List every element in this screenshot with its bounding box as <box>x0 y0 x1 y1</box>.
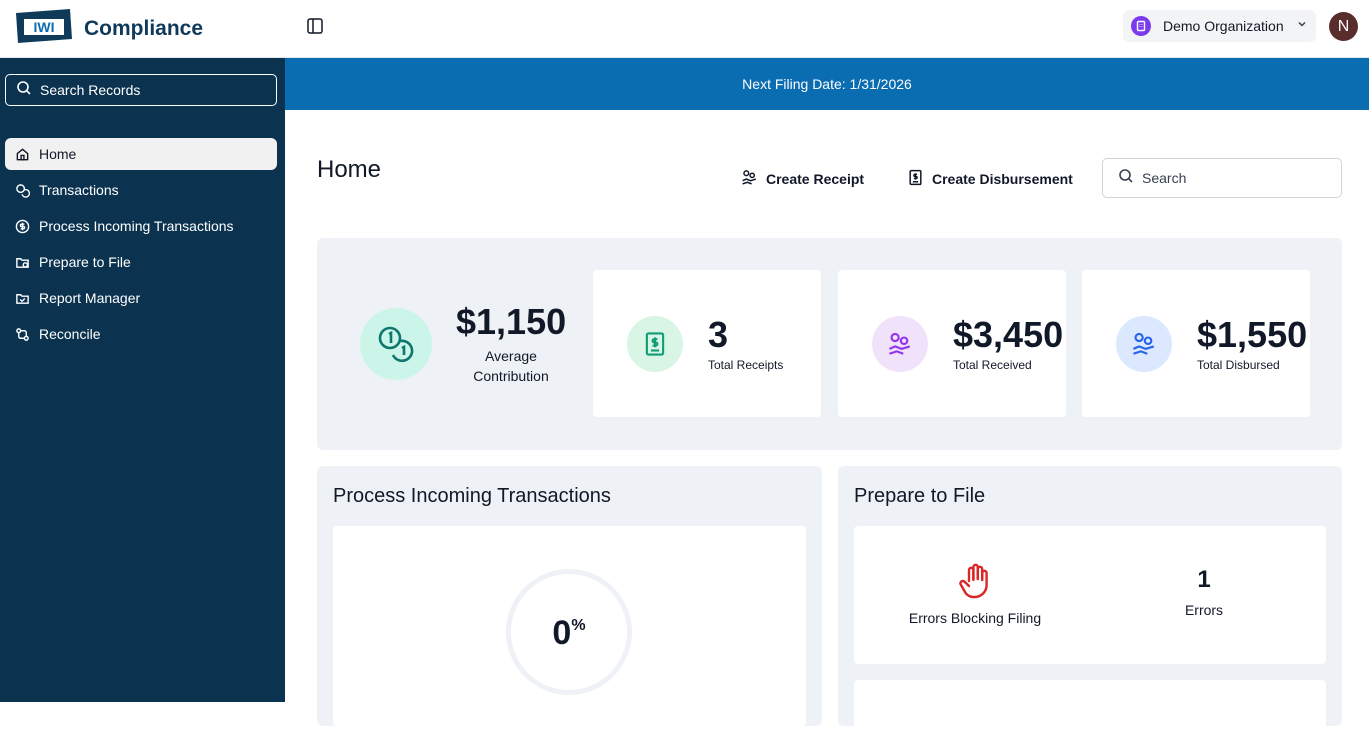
app-name: Compliance <box>84 17 204 40</box>
total-receipts-label: Total Receipts <box>708 358 784 372</box>
sidebar-item-home[interactable]: Home <box>5 138 277 170</box>
receipt-icon <box>627 316 683 372</box>
home-icon <box>14 146 30 162</box>
hand-coins-icon <box>741 169 758 189</box>
sidebar-item-process-incoming[interactable]: Process Incoming Transactions <box>5 210 277 242</box>
page-title: Home <box>317 156 382 183</box>
organization-name: Demo Organization <box>1163 18 1284 34</box>
total-received-label: Total Received <box>953 358 1032 372</box>
errors-count: 1 <box>1197 566 1211 593</box>
user-avatar[interactable]: N <box>1329 12 1358 41</box>
prepare-to-file-panel: Prepare to File Errors Blocking Filing 1… <box>838 466 1342 740</box>
errors-card[interactable]: Errors Blocking Filing 1 Errors <box>854 526 1326 664</box>
search-records-label: Search Records <box>40 82 141 98</box>
hand-coins-icon <box>1116 316 1172 372</box>
folder-clock-icon <box>14 254 30 270</box>
sidebar-item-report-manager[interactable]: Report Manager <box>5 282 277 314</box>
search-input[interactable] <box>1142 170 1322 186</box>
sidebar-item-label: Report Manager <box>39 290 141 306</box>
organization-selector[interactable]: Demo Organization <box>1123 10 1316 42</box>
receipt-icon <box>907 169 924 189</box>
total-disbursed-card: $1,550 Total Disbursed <box>1082 270 1310 417</box>
total-disbursed-label: Total Disbursed <box>1197 358 1280 372</box>
git-compare-icon <box>14 326 30 342</box>
folder-check-icon <box>14 290 30 306</box>
svg-text:IWI: IWI <box>34 19 55 35</box>
process-incoming-panel: Process Incoming Transactions 0% <box>317 466 822 726</box>
panel-title: Process Incoming Transactions <box>333 485 611 507</box>
panel-title: Prepare to File <box>854 485 986 507</box>
chevron-down-icon <box>1296 17 1308 35</box>
errors-blocking-label: Errors Blocking Filing <box>908 610 1042 626</box>
total-received-value: $3,450 <box>953 314 1064 355</box>
create-receipt-button[interactable]: Create Receipt <box>741 168 864 190</box>
sidebar-item-transactions[interactable]: Transactions <box>5 174 277 206</box>
total-received-card: $3,450 Total Received <box>838 270 1066 417</box>
filing-date-text: Next Filing Date: 1/31/2026 <box>742 76 912 92</box>
total-receipts-card: 3 Total Receipts <box>593 270 821 417</box>
create-receipt-label: Create Receipt <box>766 171 865 187</box>
coins-icon <box>360 308 432 380</box>
sidebar-toggle-icon[interactable] <box>305 16 325 36</box>
next-card <box>854 680 1326 740</box>
hand-stop-icon <box>956 561 996 601</box>
filing-date-banner: Next Filing Date: 1/31/2026 <box>285 58 1369 110</box>
top-bar: IWI Compliance Demo Organization N <box>0 0 1369 58</box>
progress-card: 0% <box>333 526 806 726</box>
sidebar-item-label: Transactions <box>39 182 119 198</box>
hand-coins-icon <box>872 316 928 372</box>
search-icon <box>16 80 32 101</box>
progress-gauge: 0% <box>506 569 632 695</box>
total-receipts-value: 3 <box>708 314 729 355</box>
create-disbursement-label: Create Disbursement <box>932 171 1073 187</box>
stats-panel: $1,150 Average Contribution 3 Total Rece… <box>317 238 1342 450</box>
sidebar-item-label: Prepare to File <box>39 254 131 270</box>
errors-count-label: Errors <box>1184 602 1224 618</box>
sidebar: Search Records Home Transactions Process… <box>0 58 285 702</box>
search-field[interactable] <box>1102 158 1342 198</box>
create-disbursement-button[interactable]: Create Disbursement <box>907 168 1073 190</box>
search-records-input[interactable]: Search Records <box>5 74 277 106</box>
total-disbursed-value: $1,550 <box>1197 314 1308 355</box>
search-icon <box>1118 168 1134 189</box>
sidebar-item-reconcile[interactable]: Reconcile <box>5 318 277 350</box>
company-logo[interactable]: IWI <box>14 9 74 45</box>
sidebar-item-label: Reconcile <box>39 326 101 342</box>
sidebar-item-label: Process Incoming Transactions <box>39 218 234 234</box>
sidebar-nav: Home Transactions Process Incoming Trans… <box>5 138 277 354</box>
sidebar-item-prepare-to-file[interactable]: Prepare to File <box>5 246 277 278</box>
average-contribution-label: Average Contribution <box>473 348 549 384</box>
dollar-circle-icon <box>14 218 30 234</box>
progress-percent: 0% <box>552 614 586 652</box>
sidebar-item-label: Home <box>39 146 77 162</box>
average-contribution-value: $1,150 <box>456 301 567 342</box>
coins-icon <box>14 182 30 198</box>
building-icon <box>1131 16 1151 36</box>
